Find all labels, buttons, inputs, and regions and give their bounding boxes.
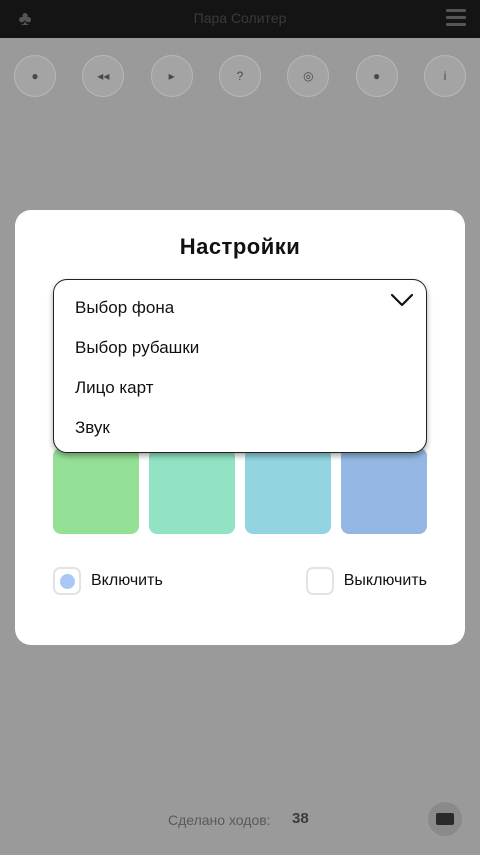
sound-options: Включить Выключить bbox=[53, 565, 427, 597]
settings-dropdown[interactable]: Выбор фона Выбор рубашки Лицо карт Звук bbox=[53, 279, 427, 453]
dropdown-item-sound[interactable]: Звук bbox=[75, 418, 110, 438]
dropdown-item-card-face[interactable]: Лицо карт bbox=[75, 378, 154, 398]
moves-count: 38 bbox=[292, 810, 309, 827]
tool-button-redo[interactable]: ▸ bbox=[150, 55, 193, 97]
sound-off-label: Выключить bbox=[343, 572, 427, 589]
moves-label: Сделано ходов: bbox=[168, 812, 271, 828]
sound-off-radio[interactable] bbox=[305, 567, 334, 595]
dropdown-item-card-back[interactable]: Выбор рубашки bbox=[75, 338, 199, 358]
sound-on-radio[interactable] bbox=[53, 567, 81, 595]
tool-button-replay[interactable]: ◂◂ bbox=[82, 55, 125, 97]
tool-button-stats[interactable]: ● bbox=[355, 55, 398, 97]
swatch-mint[interactable] bbox=[149, 448, 235, 534]
swatch-blue[interactable] bbox=[341, 448, 427, 534]
app-title: Пара Солитер bbox=[193, 10, 287, 26]
sound-on-option[interactable]: Включить bbox=[53, 565, 173, 597]
footer: Сделано ходов: 38 bbox=[0, 802, 480, 836]
sound-off-option[interactable]: Выключить bbox=[305, 565, 427, 597]
swatch-cyan[interactable] bbox=[245, 448, 331, 534]
chevron-down-icon[interactable] bbox=[390, 290, 414, 310]
tool-button-info[interactable]: i bbox=[423, 55, 466, 97]
menu-icon[interactable] bbox=[446, 9, 466, 29]
chat-icon[interactable] bbox=[428, 802, 462, 836]
tool-button-undo[interactable]: ● bbox=[14, 55, 56, 97]
toolbar: ● ◂◂ ▸ ? ◎ ● i bbox=[14, 55, 466, 97]
swatch-green[interactable] bbox=[53, 448, 139, 534]
swatch-row bbox=[53, 448, 427, 534]
settings-modal: Настройки Включить Выключить Выбор фона … bbox=[15, 210, 465, 645]
dropdown-item-background[interactable]: Выбор фона bbox=[75, 298, 174, 318]
top-bar: ♣ Пара Солитер bbox=[0, 0, 480, 38]
radio-selected-dot bbox=[59, 573, 75, 589]
tool-button-hint[interactable]: ? bbox=[218, 55, 261, 97]
sound-on-label: Включить bbox=[91, 572, 163, 589]
modal-title: Настройки bbox=[179, 234, 301, 259]
tool-button-settings[interactable]: ◎ bbox=[287, 55, 330, 97]
